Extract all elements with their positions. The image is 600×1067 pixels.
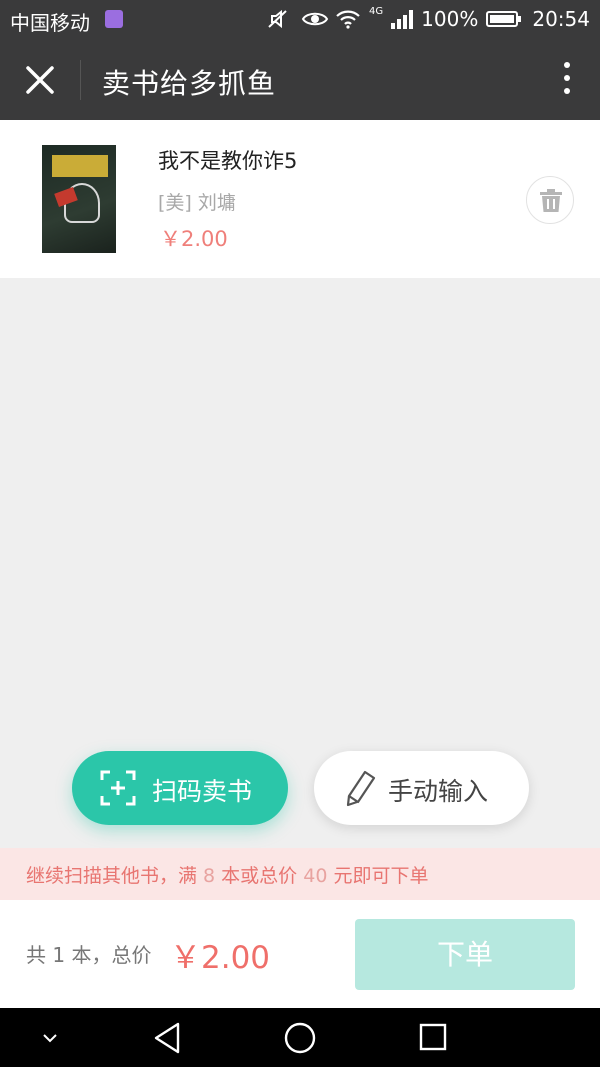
gallery-notification-icon	[105, 10, 123, 28]
battery-icon	[486, 11, 522, 27]
home-button[interactable]	[282, 1018, 318, 1058]
network-type-label: 4G	[369, 5, 384, 17]
back-button[interactable]	[150, 1018, 184, 1058]
order-summary-bar: 共 1 本，总价 ￥2.00 下单	[0, 900, 600, 1008]
status-bar: 中国移动 4G 100% 20:54	[0, 0, 600, 40]
scan-icon	[100, 770, 136, 806]
system-navigation-bar	[0, 1008, 600, 1067]
manual-input-button[interactable]: 手动输入	[314, 751, 529, 825]
order-summary-text: 共 1 本，总价	[26, 943, 152, 967]
more-vertical-icon	[562, 62, 572, 94]
place-order-button[interactable]: 下单	[355, 919, 575, 990]
book-list-item: 我不是教你诈5 [美] 刘墉 ￥2.00	[0, 120, 600, 278]
chevron-down-icon	[43, 1034, 57, 1043]
notice-text: 继续扫描其他书，满 8 本或总价 40 元即可下单	[26, 865, 429, 887]
min-book-count: 8	[203, 865, 216, 887]
page-title: 卖书给多抓鱼	[102, 67, 277, 100]
wifi-icon	[335, 9, 361, 29]
trash-icon	[540, 189, 562, 212]
pencil-icon	[346, 770, 376, 807]
book-author: [美] 刘墉	[158, 192, 236, 214]
scan-button-label: 扫码卖书	[152, 777, 253, 806]
more-menu-button[interactable]	[562, 62, 572, 98]
hide-keyboard-button[interactable]	[36, 1018, 64, 1058]
title-divider	[80, 60, 81, 100]
scan-to-sell-button[interactable]: 扫码卖书	[72, 751, 288, 825]
recent-apps-button[interactable]	[418, 1018, 448, 1058]
carrier-name: 中国移动	[10, 11, 90, 35]
mute-icon	[267, 9, 293, 29]
order-total-price: ￥2.00	[170, 940, 271, 976]
status-icons: 4G 100% 20:54	[267, 5, 590, 31]
clock: 20:54	[532, 7, 590, 31]
delete-book-button[interactable]	[526, 176, 574, 224]
book-price: ￥2.00	[160, 227, 228, 251]
book-cover-image	[42, 145, 116, 253]
battery-percent: 100%	[421, 7, 479, 31]
title-bar: 卖书给多抓鱼	[0, 40, 600, 120]
min-amount: 40	[303, 865, 328, 887]
eye-comfort-icon	[301, 9, 329, 29]
close-button[interactable]	[20, 60, 60, 100]
order-threshold-notice: 继续扫描其他书，满 8 本或总价 40 元即可下单	[0, 848, 600, 900]
recent-apps-square-icon	[419, 1023, 447, 1051]
home-circle-icon	[284, 1022, 316, 1054]
book-title: 我不是教你诈5	[158, 149, 298, 173]
manual-button-label: 手动输入	[388, 777, 489, 806]
signal-icon	[391, 9, 414, 29]
back-triangle-icon	[154, 1022, 180, 1054]
close-icon	[26, 66, 54, 94]
